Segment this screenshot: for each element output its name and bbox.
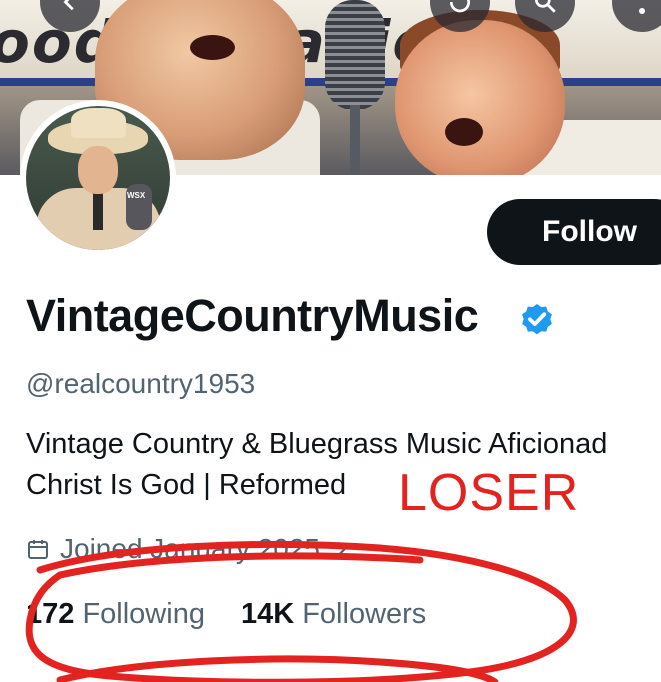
avatar-mic-label: WSX — [127, 191, 146, 200]
follow-stats: 172 Following 14K Followers — [26, 598, 426, 631]
chevron-left-icon — [63, 0, 74, 11]
banner-figure-left-mouth — [190, 35, 235, 60]
profile-handle: @realcountry1953 — [26, 368, 256, 399]
following-link[interactable]: 172 Following — [26, 598, 205, 630]
joined-date: Joined January 2025 — [60, 533, 320, 564]
followers-count: 14K — [240, 598, 295, 630]
avatar-hat-crown — [71, 108, 126, 138]
following-label: Following — [82, 598, 205, 630]
followers-label: Followers — [302, 598, 427, 630]
bio-line-2: Christ Is God | Reformed — [26, 469, 347, 501]
display-name: VintageCountryMusic — [26, 290, 479, 341]
profile-avatar[interactable]: WSX — [20, 100, 176, 256]
chevron-right-icon — [337, 541, 347, 557]
more-icon — [639, 8, 645, 14]
calendar-icon — [28, 540, 48, 559]
followers-link[interactable]: 14K Followers — [241, 598, 426, 630]
verified-badge-icon[interactable] — [518, 300, 556, 338]
banner-mic-stand — [350, 105, 360, 175]
profile-page: oodies Radio WSX Fo — [0, 0, 661, 682]
history-icon — [449, 0, 470, 13]
joined-row[interactable]: Joined January 2025 — [26, 533, 352, 565]
annotation-text: LOSER — [398, 464, 580, 522]
bio-line-1: Vintage Country & Bluegrass Music Aficio… — [26, 428, 608, 460]
avatar-face — [78, 146, 118, 194]
banner-figure-right-mouth — [445, 118, 483, 146]
following-count: 172 — [26, 598, 75, 630]
avatar-photo: WSX — [26, 106, 170, 250]
banner-microphone — [325, 0, 385, 110]
avatar-tie — [93, 190, 103, 230]
banner-figure-right — [395, 20, 565, 175]
search-icon — [534, 0, 556, 13]
follow-button[interactable]: Follow — [487, 199, 661, 265]
